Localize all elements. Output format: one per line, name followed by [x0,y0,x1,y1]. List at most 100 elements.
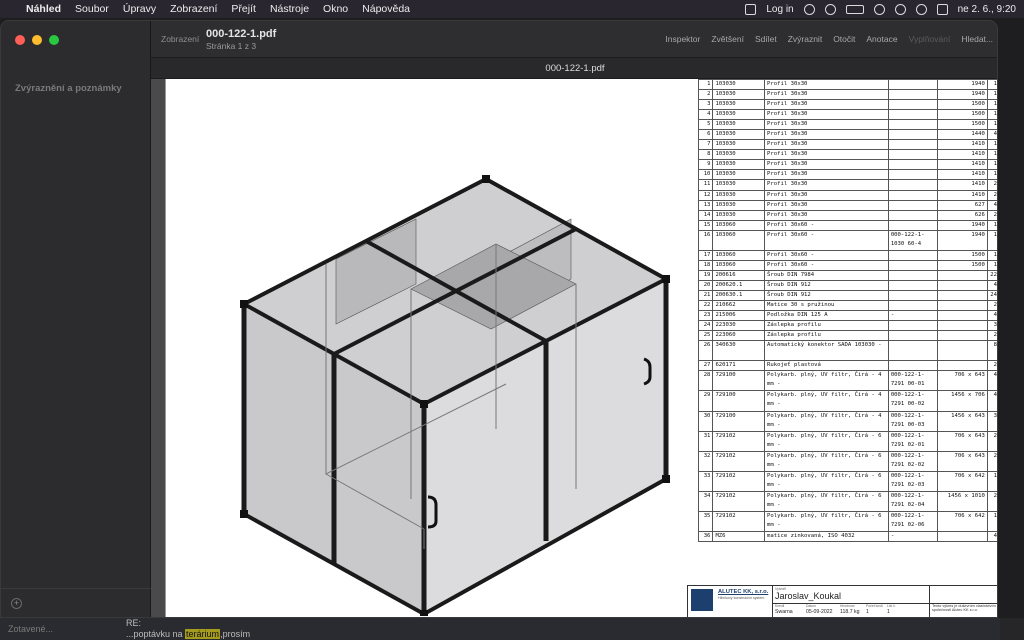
table-cell-spec [887,99,939,111]
menu-item-okno[interactable]: Okno [323,3,348,15]
table-cell-spec [887,79,939,91]
table-cell-qty: 2 [986,300,997,312]
table-row: 5 103030 Profil 30x30 1500 1 [697,119,997,131]
email-subject-prefix: RE: [126,618,142,628]
menu-item-app[interactable]: Náhled [26,3,61,15]
table-cell-spec [887,269,939,281]
minimize-button[interactable] [32,35,42,45]
menu-bar-clock[interactable]: ne 2. 6., 9:20 [958,4,1016,15]
login-label[interactable]: Log in [766,4,793,15]
menu-item-nastroje[interactable]: Nástroje [270,3,309,15]
table-cell-code: 103030 [712,109,766,121]
table-row: 1 103030 Profil 30x30 1940 1 [697,79,997,91]
table-cell-desc: Automatický konektor SADA 103030 - [764,340,889,362]
mass-label: Hmotnost [840,604,855,608]
table-cell-spec [887,149,939,161]
time-machine-icon[interactable] [894,3,906,15]
table-cell-desc: Profil 30x30 [764,109,889,121]
table-cell-n: 10 [697,169,714,181]
document-viewer[interactable]: 1 103030 Profil 30x30 1940 1 2 103030 Profil 30… [151,79,997,617]
assembly-drawing [240,175,670,617]
table-cell-code: 103030 [712,79,766,91]
table-cell-spec [887,159,939,171]
menu-item-soubor[interactable]: Soubor [75,3,109,15]
quantity-label: Počet kusů [866,604,883,608]
table-cell-qty: 4 [986,370,997,392]
play-icon[interactable] [803,3,815,15]
battery-icon[interactable] [845,4,864,14]
rotate-button[interactable]: Otočit [833,34,855,44]
folder-label[interactable]: Zotavené... [8,624,53,634]
table-row: 31 729102 Polykarb. plný, UV filtr, Čirá -… [697,430,997,452]
menu-bar: Náhled Soubor Úpravy Zobrazení Přejít Ná… [0,0,1024,18]
table-cell-n: 11 [697,179,714,191]
table-row: 29 729100 Polykarb. plný, UV filtr, Čirá -… [697,390,997,412]
table-row: 27 620171 Rukojeť plastová 2 [697,360,997,372]
table-cell-qty: 4 [986,279,997,291]
zoom-button[interactable] [49,35,59,45]
table-cell-n: 32 [697,450,714,472]
view-menu-button[interactable]: Zobrazení [161,34,199,44]
zoom-action-button[interactable]: Zvětšení [711,34,744,44]
table-row: 34 729102 Polykarb. plný, UV filtr, Čirá -… [697,490,997,513]
search-field[interactable]: Hledat... [961,34,993,44]
login-icon[interactable] [745,3,757,15]
table-cell-qty: 1 [986,249,997,261]
table-cell-n: 27 [697,360,714,372]
table-cell-code: 103060 [712,259,766,271]
table-row: 25 223060 Záslepka profilu 2 [697,330,997,342]
table-cell-desc: Profil 30x30 [764,89,889,101]
table-cell-qty: 1 [986,470,997,492]
menu-item-zobrazeni[interactable]: Zobrazení [170,3,217,15]
author-name: Jaroslav_Koukal [775,591,842,601]
table-cell-code: 729102 [712,490,766,513]
table-cell-spec [887,259,939,271]
control-center-icon[interactable] [936,3,948,15]
table-cell-size: 706 x 643 [937,430,988,452]
menu-item-upravy[interactable]: Úpravy [123,3,156,15]
highlight-button[interactable]: Zvýraznit [788,34,822,44]
table-cell-n: 28 [697,370,714,392]
table-cell-spec: 000-122-1-7291 00-03 [887,410,939,432]
email-snippet: ...poptávku na terárium,prosím [126,629,251,639]
table-cell-n: 13 [697,199,714,211]
close-button[interactable] [15,35,25,45]
table-cell-spec: 000-122-1-1030 60-4 [887,229,939,251]
table-cell-desc: Profil 30x60 - [764,259,889,271]
table-cell-qty: 3 [986,320,997,332]
table-cell-spec [887,320,939,332]
tab-document[interactable]: 000-122-1.pdf [151,57,997,79]
table-cell-size: 706 x 642 [937,511,988,533]
spotlight-icon[interactable] [915,3,927,15]
wifi-icon[interactable] [873,3,885,15]
table-cell-size: 1456 x 1010 [937,490,988,513]
broadcast-icon[interactable] [824,3,836,15]
mass-value: 118.7 kg [840,609,860,615]
table-cell-desc: Profil 30x30 [764,119,889,131]
table-cell-spec [887,169,939,181]
table-cell-code: 103030 [712,119,766,131]
table-cell-qty: 1 [986,139,997,151]
table-cell-n: 29 [697,390,714,412]
table-cell-size: 1410 [937,189,988,201]
table-cell-desc: Rukojeť plastová [764,360,889,372]
menu-item-napoveda[interactable]: Nápověda [362,3,410,15]
table-row: 36 MZ6 matice zinkovaná, ISO 4032- 4 [697,531,997,543]
menu-item-prejit[interactable]: Přejít [231,3,256,15]
table-row: 15 103060 Profil 30x60 - 1940 1 [697,219,997,231]
add-icon[interactable]: + [11,598,22,609]
table-cell-spec [887,300,939,312]
date-label: Datum [806,604,816,608]
table-cell-n: 30 [697,410,714,432]
table-cell-spec: 000-122-1-7291 00-01 [887,370,939,392]
markup-button[interactable]: Anotace [866,34,897,44]
table-row: 7 103030 Profil 30x30 1410 1 [697,139,997,151]
inspector-button[interactable]: Inspektor [665,34,700,44]
table-cell-code: 729100 [712,390,766,412]
table-row: 22 210662 Matice 30 s pružinou 2 [697,300,997,312]
table-cell-code: 103030 [712,139,766,151]
share-button[interactable]: Sdílet [755,34,777,44]
table-cell-code: 215006 [712,310,766,322]
table-row: 23 215006 Podložka DIN 125 A- 4 [697,310,997,322]
table-cell-size [937,320,988,332]
